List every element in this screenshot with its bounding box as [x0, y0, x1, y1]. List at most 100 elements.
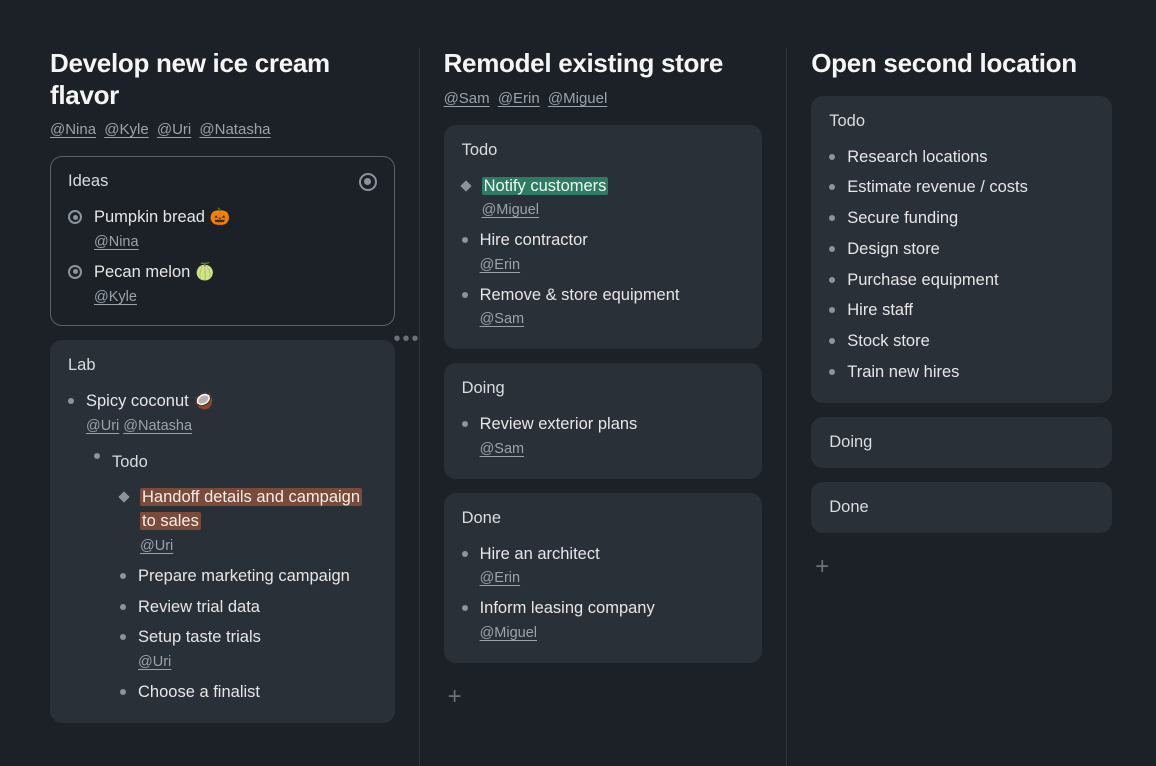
- mention[interactable]: @Natasha: [199, 121, 270, 138]
- list-item[interactable]: Purchase equipment: [829, 264, 1094, 295]
- list-item[interactable]: Hire an architect @Erin: [462, 538, 745, 593]
- item-text: Choose a finalist: [138, 680, 377, 705]
- mention[interactable]: @Nina: [50, 121, 96, 138]
- diamond-icon: [118, 491, 129, 502]
- nested-section: Todo Handoff details and campaign to sal…: [94, 440, 377, 707]
- nested-items: Handoff details and campaign to sales @U…: [120, 481, 377, 707]
- bullet-icon: [120, 689, 126, 695]
- card-items: Spicy coconut 🥥 @Uri @Natasha: [68, 385, 377, 440]
- add-card-button[interactable]: +: [811, 547, 1112, 587]
- nested-header-row: Todo: [94, 440, 377, 481]
- mention[interactable]: @Uri: [157, 121, 191, 138]
- list-item[interactable]: Setup taste trials @Uri: [120, 621, 377, 676]
- mention[interactable]: @Miguel: [482, 202, 539, 218]
- mention[interactable]: @Kyle: [94, 289, 137, 305]
- item-text: Pecan melon 🍈: [94, 260, 377, 285]
- mention[interactable]: @Uri: [140, 538, 173, 554]
- card-todo[interactable]: Todo Notify customers @Miguel Hire contr…: [444, 125, 763, 350]
- card-header: Todo: [462, 141, 745, 160]
- card-doing[interactable]: Doing Review exterior plans @Sam: [444, 363, 763, 479]
- bullet-icon: [829, 215, 835, 221]
- list-item[interactable]: Stock store: [829, 325, 1094, 356]
- bullet-icon: [829, 246, 835, 252]
- mention[interactable]: @Sam: [480, 311, 525, 327]
- list-item[interactable]: Notify customers @Miguel: [462, 170, 745, 225]
- bullet-icon: [120, 634, 126, 640]
- mention[interactable]: @Miguel: [480, 625, 537, 641]
- card-title: Done: [462, 509, 501, 528]
- column-more-icon[interactable]: •••: [394, 328, 421, 351]
- bullet-icon: [94, 453, 100, 459]
- focus-indicator-icon[interactable]: [359, 173, 377, 191]
- column-title: Develop new ice cream flavor: [50, 48, 395, 111]
- list-item[interactable]: Review exterior plans @Sam: [462, 408, 745, 463]
- card-done[interactable]: Done: [811, 482, 1112, 533]
- card-ideas[interactable]: Ideas Pumpkin bread 🎃 @Nina Pecan melon …: [50, 156, 395, 326]
- mention[interactable]: @Uri: [138, 654, 171, 670]
- list-item[interactable]: Pumpkin bread 🎃 @Nina: [68, 201, 377, 256]
- list-item[interactable]: Handoff details and campaign to sales @U…: [120, 481, 377, 560]
- list-item[interactable]: Spicy coconut 🥥 @Uri @Natasha: [68, 385, 377, 440]
- add-card-button[interactable]: +: [444, 677, 763, 717]
- column-open-location: Open second location Todo Research locat…: [787, 48, 1136, 766]
- mention[interactable]: @Sam: [480, 441, 525, 457]
- item-text: Handoff details and campaign to sales: [140, 488, 362, 531]
- item-text: Notify customers: [482, 177, 609, 195]
- item-text: Train new hires: [847, 360, 1094, 385]
- bullet-icon: [120, 573, 126, 579]
- list-item[interactable]: Prepare marketing campaign: [120, 560, 377, 591]
- column-assignees: @Sam @Erin @Miguel: [444, 90, 763, 107]
- mention[interactable]: @Erin: [480, 570, 521, 586]
- item-text: Pumpkin bread 🎃: [94, 205, 377, 230]
- radio-icon[interactable]: [68, 265, 82, 279]
- card-header: Lab: [68, 356, 377, 375]
- list-item[interactable]: Choose a finalist: [120, 676, 377, 707]
- card-todo[interactable]: Todo Research locations Estimate revenue…: [811, 96, 1112, 403]
- mention[interactable]: @Kyle: [104, 121, 148, 138]
- item-text: Spicy coconut 🥥: [86, 389, 377, 414]
- card-lab[interactable]: Lab Spicy coconut 🥥 @Uri @Natasha: [50, 340, 395, 722]
- card-items: Review exterior plans @Sam: [462, 408, 745, 463]
- list-item[interactable]: Research locations: [829, 141, 1094, 172]
- mention[interactable]: @Miguel: [548, 90, 607, 107]
- item-text: Setup taste trials: [138, 625, 377, 650]
- list-item[interactable]: Inform leasing company @Miguel: [462, 592, 745, 647]
- list-item[interactable]: Secure funding: [829, 202, 1094, 233]
- mention[interactable]: @Nina: [94, 234, 139, 250]
- list-item[interactable]: Estimate revenue / costs: [829, 171, 1094, 202]
- diamond-icon: [460, 180, 471, 191]
- bullet-icon: [829, 338, 835, 344]
- list-item[interactable]: Hire contractor @Erin: [462, 224, 745, 279]
- card-title: Doing: [462, 379, 505, 398]
- card-header: Doing: [829, 433, 1094, 452]
- card-title: Ideas: [68, 172, 108, 191]
- card-title: Todo: [462, 141, 498, 160]
- card-header: Done: [462, 509, 745, 528]
- item-text: Hire staff: [847, 298, 1094, 323]
- item-text: Prepare marketing campaign: [138, 564, 377, 589]
- mention[interactable]: @Natasha: [123, 418, 192, 434]
- column-assignees: @Nina @Kyle @Uri @Natasha: [50, 121, 395, 138]
- item-text: Hire an architect: [480, 542, 745, 567]
- card-title: Doing: [829, 433, 872, 452]
- list-item[interactable]: Hire staff: [829, 294, 1094, 325]
- mention[interactable]: @Erin: [498, 90, 540, 107]
- list-item[interactable]: Pecan melon 🍈 @Kyle: [68, 256, 377, 311]
- mention[interactable]: @Erin: [480, 257, 521, 273]
- item-text: Estimate revenue / costs: [847, 175, 1094, 200]
- card-done[interactable]: Done Hire an architect @Erin Inform leas…: [444, 493, 763, 663]
- list-item[interactable]: Remove & store equipment @Sam: [462, 279, 745, 334]
- card-doing[interactable]: Doing: [811, 417, 1112, 468]
- radio-icon[interactable]: [68, 210, 82, 224]
- card-items: Research locations Estimate revenue / co…: [829, 141, 1094, 387]
- column-title: Open second location: [811, 48, 1112, 80]
- mention[interactable]: @Sam: [444, 90, 490, 107]
- mention[interactable]: @Uri: [86, 418, 119, 434]
- card-title: Lab: [68, 356, 96, 375]
- list-item[interactable]: Train new hires: [829, 356, 1094, 387]
- list-item[interactable]: Design store: [829, 233, 1094, 264]
- card-header: Todo: [829, 112, 1094, 131]
- card-title: Todo: [829, 112, 865, 131]
- bullet-icon: [462, 605, 468, 611]
- list-item[interactable]: Review trial data: [120, 591, 377, 622]
